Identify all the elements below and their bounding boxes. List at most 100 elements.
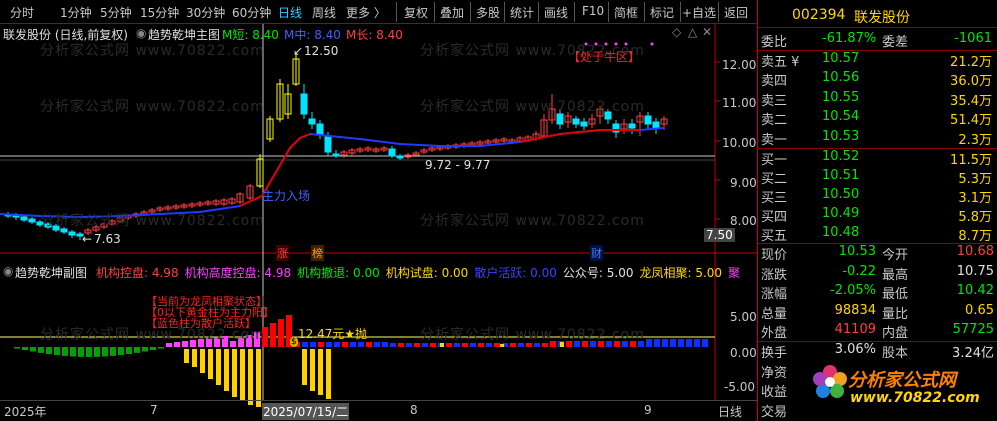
order-volume: 36.0万 [950, 74, 992, 90]
tab-1min[interactable]: 1分钟 [60, 4, 92, 21]
sub-bar [126, 347, 132, 355]
ask-row[interactable]: 卖五 ¥ 10.57 21.2万 [758, 51, 997, 71]
stats-button[interactable]: 统计 [510, 4, 534, 21]
stock-name: 联发股份 [854, 10, 910, 26]
order-price: 10.55 [822, 89, 860, 105]
ma-line-up [519, 129, 640, 143]
sub-bar [406, 343, 412, 347]
tab-weekly[interactable]: 周线 [312, 4, 336, 21]
tab-60min[interactable]: 60分钟 [232, 4, 271, 21]
watermark: 分析家公式网 www.70822.com [420, 99, 645, 115]
gold-bar [310, 349, 315, 391]
stat-value: -2.05% [830, 283, 876, 298]
range-label: 9.72 - 9.77 [425, 158, 491, 172]
tab-15min[interactable]: 15分钟 [140, 4, 179, 21]
tab-30min[interactable]: 30分钟 [186, 4, 225, 21]
site-logo: 分析家公式网 www.70822.com [810, 352, 997, 412]
sub-bar [358, 342, 364, 347]
bid-row[interactable]: 买四 10.49 5.8万 [758, 206, 997, 226]
sub-bar [326, 342, 332, 347]
ask-row[interactable]: 卖一 10.53 2.3万 [758, 129, 997, 149]
finance-badge[interactable]: 财 [590, 245, 603, 261]
ask-row[interactable]: 卖三 10.55 35.4万 [758, 90, 997, 110]
candle-body [388, 148, 396, 157]
diamond-icon[interactable]: ◇ [672, 25, 681, 39]
sub-bar [102, 347, 108, 357]
order-price: 10.52 [822, 149, 860, 164]
weibi-row: 委比 -61.87% 委差 -1061 [758, 31, 997, 51]
tab-5min[interactable]: 5分钟 [100, 4, 132, 21]
m-long-label: M长: 8.40 [346, 28, 403, 42]
draw-button[interactable]: 画线 [544, 4, 568, 21]
candle-body [324, 135, 332, 153]
limit-up-badge[interactable]: 涨 [276, 245, 289, 261]
tab-fenshi[interactable]: 分时 [10, 4, 34, 21]
time-axis-label: 9 [644, 403, 652, 417]
sub-legend-item: 公众号: 5.00 [562, 266, 634, 280]
sub-bar [86, 347, 92, 357]
ask-row[interactable]: 卖二 10.54 51.4万 [758, 109, 997, 129]
candle-body [332, 153, 340, 157]
order-volume: 2.3万 [958, 132, 992, 148]
time-axis: 2025年 7 2025/07/15/二 8 9 日线 [0, 400, 757, 421]
sub-indicator-legend: 机构控盘: 4.98 机构高度控盘: 4.98 机构撤退: 0.00 机构试盘: 0.… [96, 264, 746, 281]
candle-body [300, 93, 308, 115]
high-arrow-icon: ↙ [293, 44, 304, 58]
stock-code: 002394 [792, 7, 846, 23]
period-toolbar: 分时 1分钟 5分钟 15分钟 30分钟 60分钟 日线 周线 更多 〉 复权 … [0, 0, 757, 24]
order-price: 10.51 [822, 168, 860, 183]
order-volume: 5.8万 [958, 210, 992, 225]
add-watchlist-button[interactable]: +自选 [682, 4, 716, 21]
sell-coin-icon: $ [290, 337, 298, 347]
multi-stock-button[interactable]: 多股 [476, 4, 500, 21]
sub-bar [54, 347, 60, 356]
sub-bar [38, 347, 44, 353]
sub-indicator-toggle-icon[interactable]: ◉ [3, 264, 13, 278]
bid-row[interactable]: 买一 10.52 11.5万 [758, 149, 997, 169]
kline-chart-area[interactable]: 分析家公式网 www.70822.com 分析家公式网 www.70822.co… [0, 24, 757, 421]
entry-signal-label: 主力入场 [262, 189, 311, 203]
toolbar-divider [718, 2, 719, 22]
watermark: 分析家公式网 www.70822.com [420, 327, 645, 343]
order-volume: 11.5万 [950, 153, 992, 168]
tab-daily[interactable]: 日线 [278, 4, 302, 21]
order-price: 10.54 [822, 109, 860, 125]
sub-indicator-name[interactable]: 趋势乾坤副图 [15, 264, 87, 281]
order-level-label: 卖一 [761, 132, 788, 148]
back-button[interactable]: 返回 [724, 4, 748, 21]
candle-body [652, 121, 660, 129]
stat-row: 涨跌 -0.22 最高 10.75 [758, 264, 997, 284]
candle-body [316, 123, 324, 135]
overlay-button[interactable]: 叠加 [440, 4, 464, 21]
time-axis-label: 7 [150, 403, 158, 417]
sub-legend-item: 机构撤退: 0.00 [297, 266, 380, 280]
signal-dot [650, 42, 654, 46]
simple-frame-button[interactable]: 简框 [614, 4, 638, 21]
bid-row[interactable]: 买三 10.50 3.1万 [758, 187, 997, 207]
watermark: 分析家公式网 www.70822.com [40, 99, 265, 115]
ask-row[interactable]: 卖四 10.56 36.0万 [758, 70, 997, 90]
ranking-badge[interactable]: 榜 [311, 245, 324, 261]
sub-bar [14, 347, 20, 349]
fuquan-button[interactable]: 复权 [404, 4, 428, 21]
sub-bar [94, 347, 100, 357]
sub-bar [22, 347, 28, 351]
gold-bar [302, 349, 307, 385]
sub-bar [390, 343, 396, 347]
up-arrow-icon[interactable]: △ [688, 25, 697, 39]
f10-button[interactable]: F10 [582, 4, 604, 18]
stat-row: 现价 10.53 今开 10.68 [758, 244, 997, 264]
indicator-toggle-icon[interactable]: ◉ [136, 26, 146, 40]
sub-bar [318, 342, 324, 347]
tab-more[interactable]: 更多 〉 [346, 4, 386, 21]
gold-bar [240, 349, 245, 401]
stat-label: 外盘 [761, 326, 788, 341]
close-icon[interactable]: ✕ [702, 25, 712, 39]
bid-row[interactable]: 买五 10.48 8.7万 [758, 225, 997, 245]
bid-row[interactable]: 买二 10.51 5.3万 [758, 168, 997, 188]
mark-button[interactable]: 标记 [650, 4, 674, 21]
sub-axis-label: 5.00 [730, 310, 757, 324]
ma-line [0, 127, 665, 219]
main-indicator-name[interactable]: 趋势乾坤主图 [148, 26, 220, 43]
sub-bar [366, 342, 372, 347]
